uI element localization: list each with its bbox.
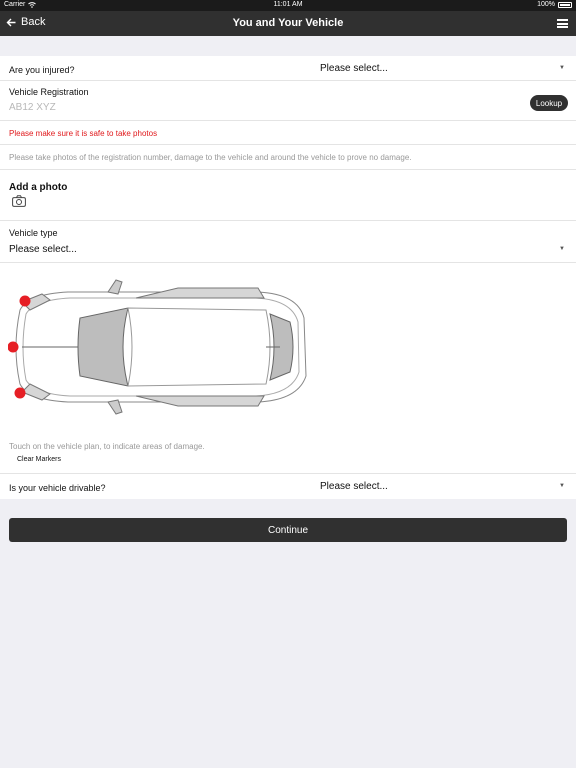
front-light-bottom: [21, 383, 51, 401]
caret-down-icon[interactable]: ▼: [559, 246, 565, 252]
warning-row: Please make sure it is safe to take phot…: [0, 121, 576, 145]
vehicle-type-row[interactable]: Vehicle type Please select... ▼: [0, 221, 576, 263]
side-window-bottom: [135, 395, 265, 407]
plan-hint: Touch on the vehicle plan, to indicate a…: [9, 442, 205, 451]
battery-percent: 100%: [537, 1, 555, 8]
battery-icon: [558, 1, 572, 8]
roof-outline: [127, 307, 271, 387]
damage-marker[interactable]: [19, 295, 31, 307]
lookup-button[interactable]: Lookup: [530, 95, 568, 111]
photo-instructions: Please take photos of the registration n…: [9, 153, 412, 162]
status-bar: Carrier 11:01 AM 100%: [0, 0, 576, 11]
instructions-row: Please take photos of the registration n…: [0, 145, 576, 170]
nav-bar: Back You and Your Vehicle: [0, 11, 576, 36]
vehicle-form: Are you injured? Please select... ▼ Vehi…: [0, 56, 576, 499]
windscreen: [77, 307, 129, 387]
vehicle-type-select[interactable]: Please select...: [9, 244, 77, 255]
registration-row: Vehicle Registration Lookup: [0, 81, 576, 121]
damage-marker[interactable]: [8, 341, 19, 353]
clock: 11:01 AM: [273, 1, 303, 8]
side-window-top: [135, 287, 265, 299]
vehicle-type-label: Vehicle type: [9, 228, 58, 238]
safety-warning: Please make sure it is safe to take phot…: [9, 129, 158, 138]
injured-select[interactable]: Please select...: [320, 63, 388, 74]
camera-icon[interactable]: [12, 195, 26, 207]
injured-label: Are you injured?: [9, 65, 75, 75]
drivable-select[interactable]: Please select...: [320, 481, 388, 492]
registration-label: Vehicle Registration: [9, 87, 89, 97]
menu-icon[interactable]: [557, 19, 568, 28]
damage-marker[interactable]: [14, 387, 26, 399]
damage-plan-row: Touch on the vehicle plan, to indicate a…: [0, 263, 576, 474]
caret-down-icon[interactable]: ▼: [559, 483, 565, 489]
battery-info: 100%: [537, 1, 572, 8]
drivable-label: Is your vehicle drivable?: [9, 483, 106, 493]
vehicle-plan[interactable]: [8, 278, 308, 416]
add-photo-row: Add a photo: [0, 170, 576, 221]
continue-button[interactable]: Continue: [9, 518, 567, 542]
injured-row[interactable]: Are you injured? Please select... ▼: [0, 56, 576, 81]
caret-down-icon[interactable]: ▼: [559, 65, 565, 71]
page-title: You and Your Vehicle: [232, 17, 344, 29]
clear-markers-button[interactable]: Clear Markers: [17, 456, 61, 463]
registration-input[interactable]: [9, 102, 309, 113]
drivable-row[interactable]: Is your vehicle drivable? Please select.…: [0, 474, 576, 499]
add-photo-title: Add a photo: [9, 182, 68, 193]
